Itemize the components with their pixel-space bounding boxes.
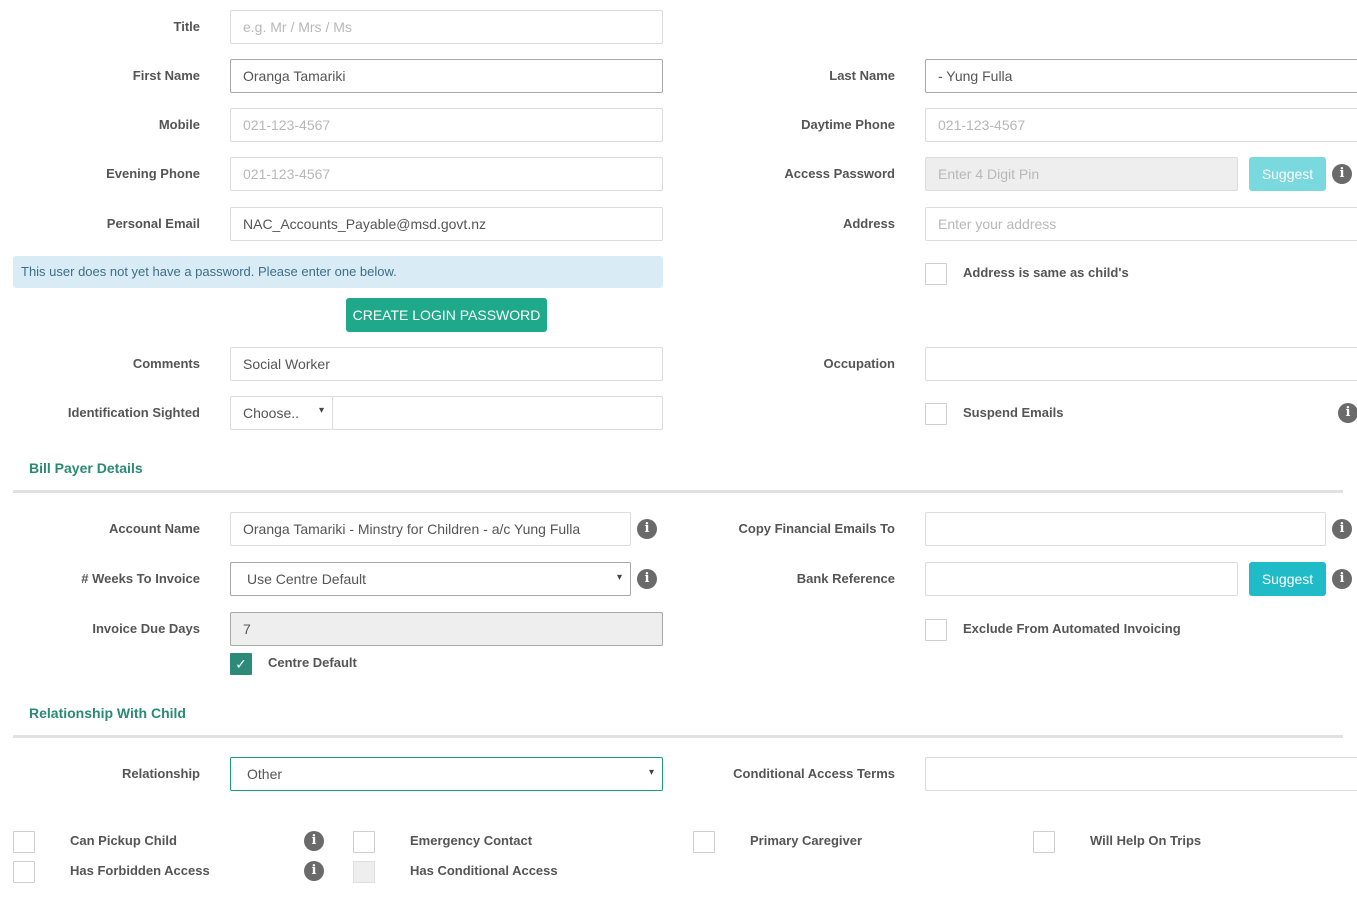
bill-payer-divider [13, 490, 1343, 493]
first-name-input[interactable]: Oranga Tamariki [230, 59, 663, 93]
primary-caregiver-label: Primary Caregiver [750, 833, 863, 848]
occupation-label: Occupation [823, 356, 895, 371]
password-notice: This user does not yet have a password. … [13, 256, 663, 288]
identification-caret-icon: ▾ [319, 405, 325, 416]
emergency-contact-checkbox[interactable] [353, 831, 375, 853]
identification-number-input[interactable] [332, 396, 663, 430]
conditional-access-checkbox[interactable] [353, 861, 375, 883]
weeks-to-invoice-label: # Weeks To Invoice [81, 571, 200, 586]
weeks-to-invoice-caret-icon: ▾ [617, 572, 623, 583]
first-name-label: First Name [132, 68, 200, 83]
create-login-password-button[interactable]: CREATE LOGIN PASSWORD [346, 298, 547, 332]
bank-reference-info-icon[interactable]: i [1332, 569, 1352, 589]
exclude-invoicing-label: Exclude From Automated Invoicing [963, 621, 1181, 636]
conditional-terms-input[interactable] [925, 757, 1357, 791]
suggest-pin-button[interactable]: Suggest [1249, 157, 1326, 191]
copy-financial-info-icon[interactable]: i [1332, 519, 1352, 539]
last-name-label: Last Name [829, 68, 895, 83]
mobile-placeholder: 021-123-4567 [243, 117, 331, 133]
evening-phone-input[interactable]: 021-123-4567 [230, 157, 663, 191]
copy-financial-input[interactable] [925, 512, 1326, 546]
personal-email-value: NAC_Accounts_Payable@msd.govt.nz [243, 216, 486, 232]
address-input[interactable]: Enter your address [925, 207, 1357, 241]
title-placeholder: e.g. Mr / Mrs / Ms [243, 19, 352, 35]
title-input[interactable]: e.g. Mr / Mrs / Ms [230, 10, 663, 44]
occupation-input[interactable] [925, 347, 1357, 381]
forbidden-access-checkbox[interactable] [13, 861, 35, 883]
relationship-section-title: Relationship With Child [29, 705, 186, 721]
copy-financial-label: Copy Financial Emails To [738, 521, 895, 536]
last-name-input[interactable]: - Yung Fulla [925, 59, 1357, 93]
personal-email-label: Personal Email [106, 216, 200, 231]
account-name-value: Oranga Tamariki - Minstry for Children -… [243, 521, 581, 537]
account-name-input[interactable]: Oranga Tamariki - Minstry for Children -… [230, 512, 631, 546]
bank-reference-label: Bank Reference [796, 571, 895, 586]
can-pickup-label: Can Pickup Child [70, 833, 177, 848]
password-notice-text: This user does not yet have a password. … [21, 264, 397, 279]
help-on-trips-label: Will Help On Trips [1090, 833, 1202, 848]
bank-reference-input[interactable] [925, 562, 1238, 596]
address-same-label: Address is same as child's [963, 265, 1129, 280]
weeks-to-invoice-select[interactable]: Use Centre Default [230, 562, 631, 596]
account-name-label: Account Name [108, 521, 200, 536]
comments-value: Social Worker [243, 356, 330, 372]
relationship-label: Relationship [121, 766, 200, 781]
weeks-to-invoice-value: Use Centre Default [247, 571, 367, 587]
account-name-info-icon[interactable]: i [637, 519, 657, 539]
can-pickup-info-icon[interactable]: i [304, 831, 324, 851]
daytime-phone-label: Daytime Phone [801, 117, 895, 132]
mobile-input[interactable]: 021-123-4567 [230, 108, 663, 142]
mobile-label: Mobile [158, 117, 200, 132]
identification-type-select[interactable]: Choose.. [230, 396, 333, 430]
conditional-terms-label: Conditional Access Terms [733, 766, 895, 781]
comments-label: Comments [132, 356, 200, 371]
title-label: Title [173, 19, 201, 34]
address-placeholder: Enter your address [938, 216, 1057, 232]
access-password-input[interactable]: Enter 4 Digit Pin [925, 157, 1238, 191]
access-password-placeholder: Enter 4 Digit Pin [938, 166, 1040, 182]
forbidden-access-label: Has Forbidden Access [70, 863, 210, 878]
can-pickup-checkbox[interactable] [13, 831, 35, 853]
relationship-value: Other [247, 766, 283, 782]
first-name-value: Oranga Tamariki [243, 68, 346, 84]
centre-default-label: Centre Default [268, 655, 357, 670]
relationship-select[interactable]: Other [230, 757, 663, 791]
invoice-due-days-value: 7 [243, 621, 251, 637]
suspend-emails-label: Suspend Emails [963, 405, 1064, 420]
evening-phone-label: Evening Phone [106, 166, 200, 181]
conditional-access-label: Has Conditional Access [410, 863, 558, 878]
emergency-contact-label: Emergency Contact [410, 833, 533, 848]
exclude-invoicing-checkbox[interactable] [925, 619, 947, 641]
invoice-due-days-input[interactable]: 7 [230, 612, 663, 646]
relationship-divider [13, 735, 1343, 738]
invoice-due-days-label: Invoice Due Days [92, 621, 200, 636]
suspend-emails-info-icon[interactable]: i [1338, 403, 1357, 423]
suggest-bank-reference-button[interactable]: Suggest [1249, 562, 1326, 596]
last-name-value: - Yung Fulla [938, 68, 1013, 84]
personal-email-input[interactable]: NAC_Accounts_Payable@msd.govt.nz [230, 207, 663, 241]
weeks-to-invoice-info-icon[interactable]: i [637, 569, 657, 589]
forbidden-access-info-icon[interactable]: i [304, 861, 324, 881]
bill-payer-section-title: Bill Payer Details [29, 460, 143, 476]
relationship-caret-icon: ▾ [649, 767, 655, 778]
daytime-phone-input[interactable]: 021-123-4567 [925, 108, 1357, 142]
check-icon: ✓ [235, 656, 247, 672]
suspend-emails-checkbox[interactable] [925, 403, 947, 425]
access-password-info-icon[interactable]: i [1332, 164, 1352, 184]
identification-label: Identification Sighted [67, 405, 200, 420]
help-on-trips-checkbox[interactable] [1033, 831, 1055, 853]
comments-input[interactable]: Social Worker [230, 347, 663, 381]
evening-phone-placeholder: 021-123-4567 [243, 166, 331, 182]
centre-default-checkbox[interactable]: ✓ [230, 653, 252, 675]
address-same-checkbox[interactable] [925, 263, 947, 285]
identification-type-value: Choose.. [243, 405, 300, 421]
daytime-phone-placeholder: 021-123-4567 [938, 117, 1026, 133]
address-label: Address [842, 216, 895, 231]
primary-caregiver-checkbox[interactable] [693, 831, 715, 853]
access-password-label: Access Password [784, 166, 895, 181]
